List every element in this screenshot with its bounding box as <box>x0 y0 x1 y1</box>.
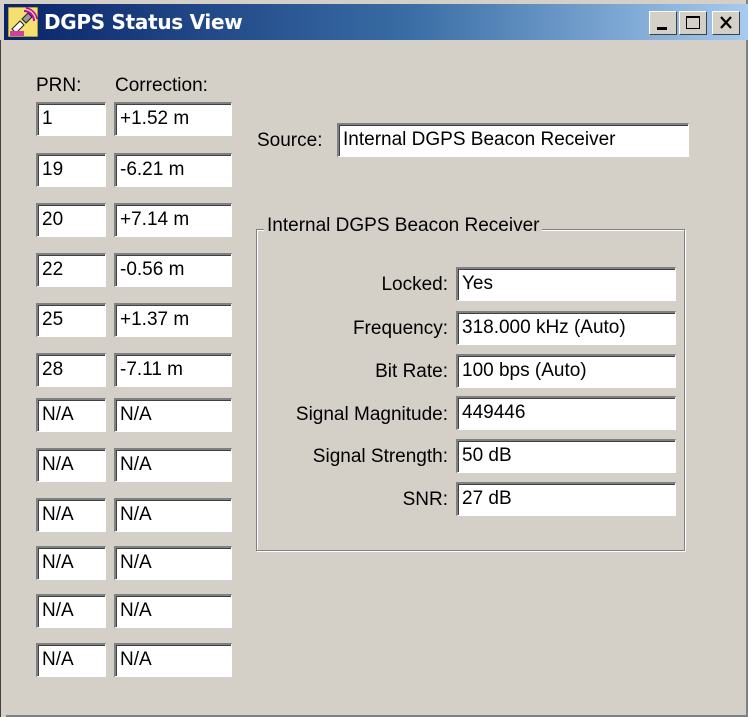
source-label: Source: <box>257 130 323 151</box>
prn-field[interactable]: 1 <box>36 102 106 136</box>
correction-field[interactable]: -7.11 m <box>114 353 232 387</box>
maximize-button[interactable] <box>679 11 707 35</box>
signal-magnitude-field[interactable]: 449446 <box>456 396 676 430</box>
window-title: DGPS Status View <box>44 10 243 34</box>
signal-magnitude-label: Signal Magnitude: <box>295 404 448 425</box>
correction-field[interactable]: N/A <box>114 594 232 628</box>
prn-field[interactable]: N/A <box>36 448 106 482</box>
locked-field[interactable]: Yes <box>456 267 676 301</box>
signal-strength-field[interactable]: 50 dB <box>456 439 676 473</box>
gps-satellite-app-icon <box>8 7 38 37</box>
receiver-group-title: Internal DGPS Beacon Receiver <box>264 215 543 237</box>
close-button[interactable] <box>712 11 740 35</box>
correction-field[interactable]: -6.21 m <box>114 153 232 187</box>
bit-rate-field[interactable]: 100 bps (Auto) <box>456 354 676 388</box>
title-bar[interactable]: DGPS Status View <box>4 4 748 40</box>
prn-header: PRN: <box>36 75 82 96</box>
correction-field[interactable]: +7.14 m <box>114 203 232 237</box>
correction-field[interactable]: N/A <box>114 643 232 677</box>
prn-field[interactable]: N/A <box>36 643 106 677</box>
source-field[interactable]: Internal DGPS Beacon Receiver <box>337 123 689 157</box>
minimize-button[interactable] <box>649 11 677 35</box>
correction-field[interactable]: N/A <box>114 546 232 580</box>
snr-label: SNR: <box>402 489 448 510</box>
window-left-edge <box>0 40 6 717</box>
locked-label: Locked: <box>381 274 448 295</box>
close-icon <box>720 16 732 29</box>
prn-field[interactable]: N/A <box>36 398 106 432</box>
prn-field[interactable]: 19 <box>36 153 106 187</box>
bit-rate-label: Bit Rate: <box>375 361 448 382</box>
dgps-status-window: DGPS Status View PRN: Correction: 1 +1.5… <box>0 0 748 717</box>
correction-field[interactable]: N/A <box>114 448 232 482</box>
prn-field[interactable]: 20 <box>36 203 106 237</box>
frequency-label: Frequency: <box>352 318 448 339</box>
maximize-icon <box>686 16 700 29</box>
prn-field[interactable]: N/A <box>36 546 106 580</box>
prn-field[interactable]: 25 <box>36 303 106 337</box>
correction-field[interactable]: N/A <box>114 398 232 432</box>
correction-field[interactable]: +1.52 m <box>114 102 232 136</box>
correction-header: Correction: <box>115 75 208 96</box>
correction-field[interactable]: N/A <box>114 498 232 532</box>
correction-field[interactable]: +1.37 m <box>114 303 232 337</box>
prn-field[interactable]: N/A <box>36 594 106 628</box>
signal-strength-label: Signal Strength: <box>312 446 448 467</box>
prn-field[interactable]: N/A <box>36 498 106 532</box>
snr-field[interactable]: 27 dB <box>456 482 676 516</box>
correction-field[interactable]: -0.56 m <box>114 253 232 287</box>
frequency-field[interactable]: 318.000 kHz (Auto) <box>456 311 676 345</box>
prn-field[interactable]: 22 <box>36 253 106 287</box>
minimize-icon <box>657 27 667 30</box>
prn-field[interactable]: 28 <box>36 353 106 387</box>
